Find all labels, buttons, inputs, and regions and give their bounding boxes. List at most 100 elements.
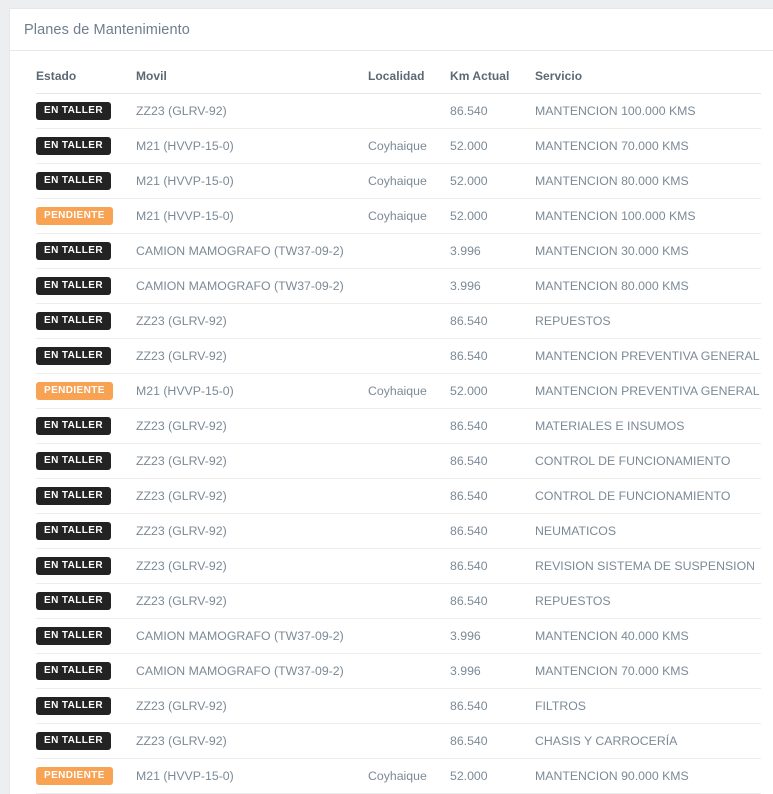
table-row[interactable]: EN TALLER ZZ23 (GLRV-92) 86.540 CONTROL DE … — [36, 478, 761, 514]
cell-servicio: REVISION SISTEMA DE SUSPENSION — [535, 548, 761, 584]
cell-servicio: MANTENCION 80.000 KMS — [535, 268, 761, 304]
table-row[interactable]: EN TALLER ZZ23 (GLRV-92) 86.540 FILTROS — [36, 688, 761, 724]
cell-localidad — [368, 583, 450, 619]
cell-movil: ZZ23 (GLRV-92) — [136, 408, 368, 444]
table-row[interactable]: EN TALLER M21 (HVVP-15-0) Coyhaique 52.000 M… — [36, 163, 761, 199]
cell-movil: ZZ23 (GLRV-92) — [136, 303, 368, 339]
status-badge: EN TALLER — [36, 522, 111, 540]
cell-localidad — [368, 513, 450, 549]
cell-estado: EN TALLER — [36, 303, 136, 339]
cell-km-actual: 86.540 — [450, 583, 535, 619]
table-row[interactable]: EN TALLER CAMION MAMOGRAFO (TW37-09-2) 3.9… — [36, 618, 761, 654]
cell-movil: ZZ23 (GLRV-92) — [136, 513, 368, 549]
cell-localidad: Coyhaique — [368, 198, 450, 234]
table-row[interactable]: EN TALLER ZZ23 (GLRV-92) 86.540 CONTROL DE … — [36, 443, 761, 479]
table-row[interactable]: EN TALLER ZZ23 (GLRV-92) 86.540 MANTENCION … — [36, 93, 761, 129]
status-badge: EN TALLER — [36, 662, 111, 680]
cell-movil: ZZ23 (GLRV-92) — [136, 443, 368, 479]
status-badge: EN TALLER — [36, 242, 111, 260]
cell-localidad — [368, 338, 450, 374]
cell-estado: EN TALLER — [36, 233, 136, 269]
cell-km-actual: 3.996 — [450, 618, 535, 654]
column-header-estado[interactable]: Estado — [36, 51, 136, 94]
cell-localidad — [368, 548, 450, 584]
cell-servicio: REPUESTOS — [535, 583, 761, 619]
cell-servicio: MANTENCION 30.000 KMS — [535, 233, 761, 269]
cell-localidad — [368, 233, 450, 269]
table-row[interactable]: EN TALLER CAMION MAMOGRAFO (TW37-09-2) 3.9… — [36, 268, 761, 304]
table-row[interactable]: EN TALLER ZZ23 (GLRV-92) 86.540 REPUESTOS — [36, 303, 761, 339]
cell-movil: ZZ23 (GLRV-92) — [136, 478, 368, 514]
cell-movil: ZZ23 (GLRV-92) — [136, 338, 368, 374]
cell-km-actual: 86.540 — [450, 443, 535, 479]
table-row[interactable]: PENDIENTE M21 (HVVP-15-0) Coyhaique 52.000 M… — [36, 758, 761, 794]
table-row[interactable]: EN TALLER ZZ23 (GLRV-92) 86.540 MANTENCION … — [36, 338, 761, 374]
status-badge: EN TALLER — [36, 137, 111, 155]
table-row[interactable]: EN TALLER ZZ23 (GLRV-92) 86.540 MATERIALES … — [36, 408, 761, 444]
maintenance-plans-table: Estado Movil Localidad Km Actual Servici… — [36, 51, 761, 794]
cell-servicio: NEUMATICOS — [535, 513, 761, 549]
cell-km-actual: 52.000 — [450, 198, 535, 234]
cell-localidad — [368, 93, 450, 129]
page-title: Planes de Mantenimiento — [24, 22, 190, 38]
status-badge: EN TALLER — [36, 592, 111, 610]
column-header-km-actual[interactable]: Km Actual — [450, 51, 535, 94]
page-background: Planes de Mantenimiento Estado Movil Loc… — [0, 0, 773, 794]
cell-localidad: Coyhaique — [368, 373, 450, 409]
cell-servicio: MANTENCION PREVENTIVA GENERAL — [535, 373, 761, 409]
cell-km-actual: 86.540 — [450, 338, 535, 374]
cell-km-actual: 86.540 — [450, 513, 535, 549]
cell-localidad — [368, 303, 450, 339]
cell-estado: EN TALLER — [36, 338, 136, 374]
cell-estado: EN TALLER — [36, 688, 136, 724]
cell-estado: EN TALLER — [36, 93, 136, 129]
status-badge: EN TALLER — [36, 627, 111, 645]
status-badge: EN TALLER — [36, 172, 111, 190]
cell-servicio: MANTENCION PREVENTIVA GENERAL — [535, 338, 761, 374]
cell-localidad — [368, 723, 450, 759]
table-row[interactable]: EN TALLER CAMION MAMOGRAFO (TW37-09-2) 3.9… — [36, 653, 761, 689]
cell-servicio: MANTENCION 70.000 KMS — [535, 653, 761, 689]
cell-movil: M21 (HVVP-15-0) — [136, 198, 368, 234]
cell-servicio: MANTENCION 100.000 KMS — [535, 198, 761, 234]
status-badge: EN TALLER — [36, 277, 111, 295]
cell-estado: EN TALLER — [36, 163, 136, 199]
status-badge: EN TALLER — [36, 312, 111, 330]
status-badge: EN TALLER — [36, 697, 111, 715]
table-row[interactable]: EN TALLER ZZ23 (GLRV-92) 86.540 CHASIS Y CA… — [36, 723, 761, 759]
cell-servicio: MANTENCION 90.000 KMS — [535, 758, 761, 794]
table-row[interactable]: EN TALLER ZZ23 (GLRV-92) 86.540 REVISION SI… — [36, 548, 761, 584]
cell-servicio: CHASIS Y CARROCERÍA — [535, 723, 761, 759]
cell-localidad — [368, 408, 450, 444]
cell-localidad: Coyhaique — [368, 128, 450, 164]
cell-servicio: REPUESTOS — [535, 303, 761, 339]
cell-km-actual: 52.000 — [450, 758, 535, 794]
cell-movil: M21 (HVVP-15-0) — [136, 758, 368, 794]
column-header-localidad[interactable]: Localidad — [368, 51, 450, 94]
column-header-servicio[interactable]: Servicio — [535, 51, 761, 94]
status-badge: PENDIENTE — [36, 767, 113, 785]
column-header-movil[interactable]: Movil — [136, 51, 368, 94]
cell-estado: EN TALLER — [36, 408, 136, 444]
cell-km-actual: 52.000 — [450, 373, 535, 409]
table-row[interactable]: PENDIENTE M21 (HVVP-15-0) Coyhaique 52.000 M… — [36, 198, 761, 234]
cell-estado: EN TALLER — [36, 128, 136, 164]
cell-estado: PENDIENTE — [36, 198, 136, 234]
cell-km-actual: 52.000 — [450, 128, 535, 164]
cell-km-actual: 3.996 — [450, 653, 535, 689]
cell-km-actual: 86.540 — [450, 548, 535, 584]
table-row[interactable]: EN TALLER CAMION MAMOGRAFO (TW37-09-2) 3.9… — [36, 233, 761, 269]
cell-localidad — [368, 478, 450, 514]
cell-movil: ZZ23 (GLRV-92) — [136, 93, 368, 129]
status-badge: PENDIENTE — [36, 382, 113, 400]
status-badge: EN TALLER — [36, 557, 111, 575]
table-row[interactable]: PENDIENTE M21 (HVVP-15-0) Coyhaique 52.000 M… — [36, 373, 761, 409]
table-row[interactable]: EN TALLER M21 (HVVP-15-0) Coyhaique 52.000 M… — [36, 128, 761, 164]
cell-estado: PENDIENTE — [36, 758, 136, 794]
status-badge: EN TALLER — [36, 417, 111, 435]
cell-movil: CAMION MAMOGRAFO (TW37-09-2) — [136, 268, 368, 304]
table-row[interactable]: EN TALLER ZZ23 (GLRV-92) 86.540 REPUESTOS — [36, 583, 761, 619]
table-row[interactable]: EN TALLER ZZ23 (GLRV-92) 86.540 NEUMATICOS — [36, 513, 761, 549]
cell-localidad: Coyhaique — [368, 163, 450, 199]
cell-estado: EN TALLER — [36, 618, 136, 654]
